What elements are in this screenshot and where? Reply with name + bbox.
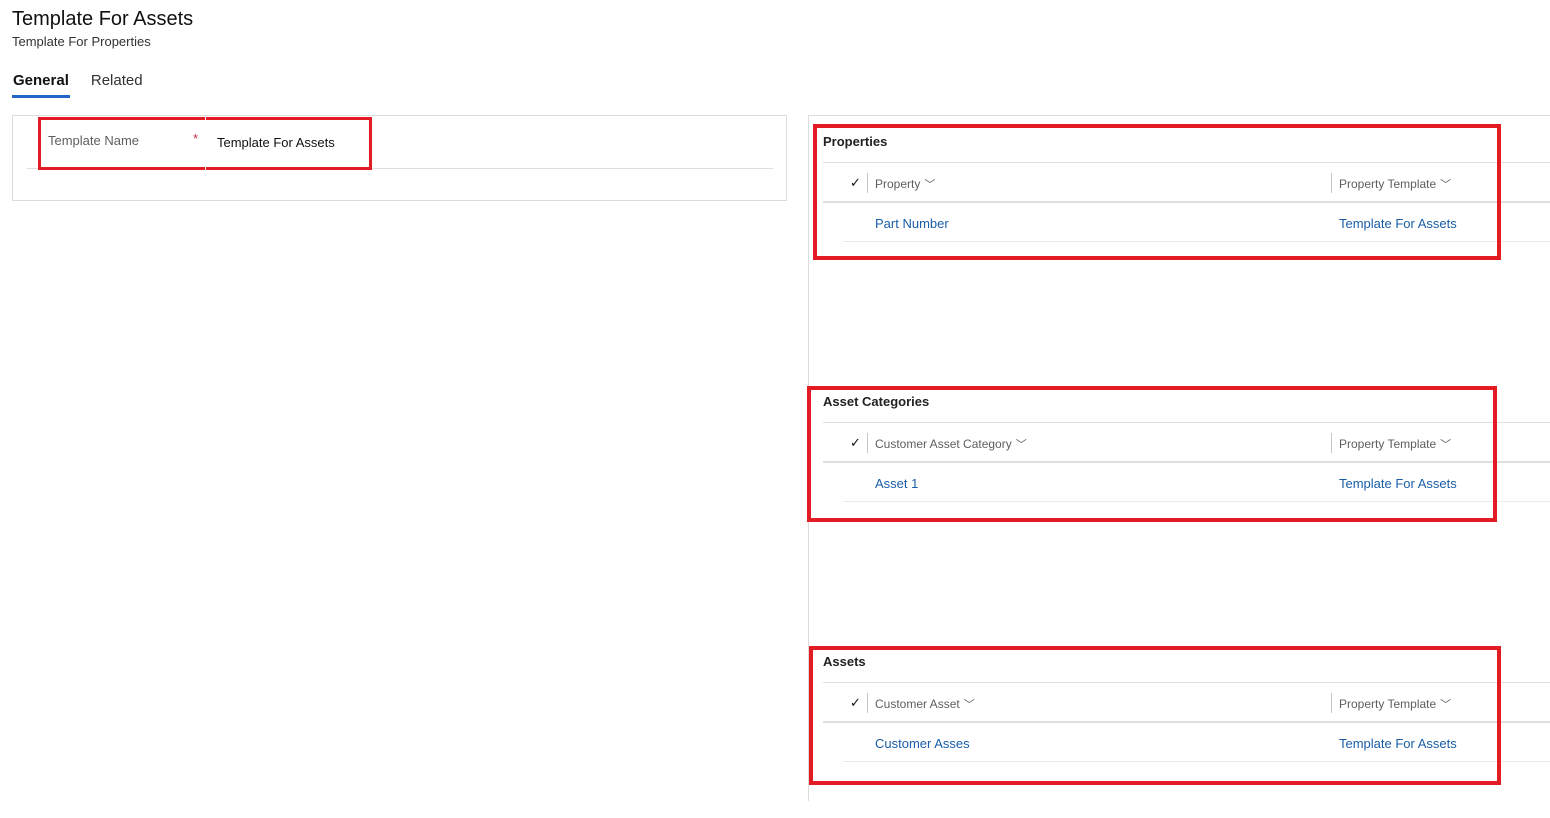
column-header-customer-asset[interactable]: Customer Asset ﹀ [875,696,975,712]
grid-divider [823,162,1550,163]
tab-general[interactable]: General [12,72,70,98]
checkmark-icon[interactable]: ✓ [850,695,861,711]
property-template-link[interactable]: Template For Assets [1339,216,1457,231]
column-header-property-template[interactable]: Property Template ﹀ [1339,176,1451,192]
asset-categories-section-title: Asset Categories [823,394,930,409]
chevron-down-icon: ﹀ [1015,439,1027,451]
column-separator [1331,693,1332,713]
grid-header-line [823,461,1550,463]
grid-header-line [823,201,1550,203]
grid-header-line [823,721,1550,723]
grid-divider [823,682,1550,683]
asset-category-link[interactable]: Asset 1 [875,476,918,491]
row-divider [843,501,1550,502]
column-separator [867,433,868,453]
row-divider [843,761,1550,762]
template-name-highlight [38,117,372,170]
checkmark-icon[interactable]: ✓ [850,435,861,451]
page-subtitle: Template For Properties [12,34,151,49]
chevron-down-icon: ﹀ [1440,439,1452,451]
row-divider [843,241,1550,242]
properties-section-title: Properties [823,134,888,149]
tab-bar: General Related [12,72,164,98]
column-header-property-template[interactable]: Property Template ﹀ [1339,436,1451,452]
chevron-down-icon: ﹀ [924,179,936,191]
customer-asset-link[interactable]: Customer Asses [875,736,970,751]
column-separator [867,693,868,713]
assets-section-title: Assets [823,654,866,669]
grid-divider [823,422,1550,423]
column-header-property[interactable]: Property ﹀ [875,176,935,192]
tab-related[interactable]: Related [90,72,144,98]
column-header-customer-asset-category[interactable]: Customer Asset Category ﹀ [875,436,1027,452]
column-separator [1331,173,1332,193]
checkmark-icon[interactable]: ✓ [850,175,861,191]
property-template-link[interactable]: Template For Assets [1339,476,1457,491]
chevron-down-icon: ﹀ [1440,179,1452,191]
chevron-down-icon: ﹀ [1440,699,1452,711]
column-separator [1331,433,1332,453]
column-separator [867,173,868,193]
chevron-down-icon: ﹀ [963,699,975,711]
column-header-property-template[interactable]: Property Template ﹀ [1339,696,1451,712]
property-link[interactable]: Part Number [875,216,949,231]
page-title: Template For Assets [12,8,194,30]
property-template-link[interactable]: Template For Assets [1339,736,1457,751]
